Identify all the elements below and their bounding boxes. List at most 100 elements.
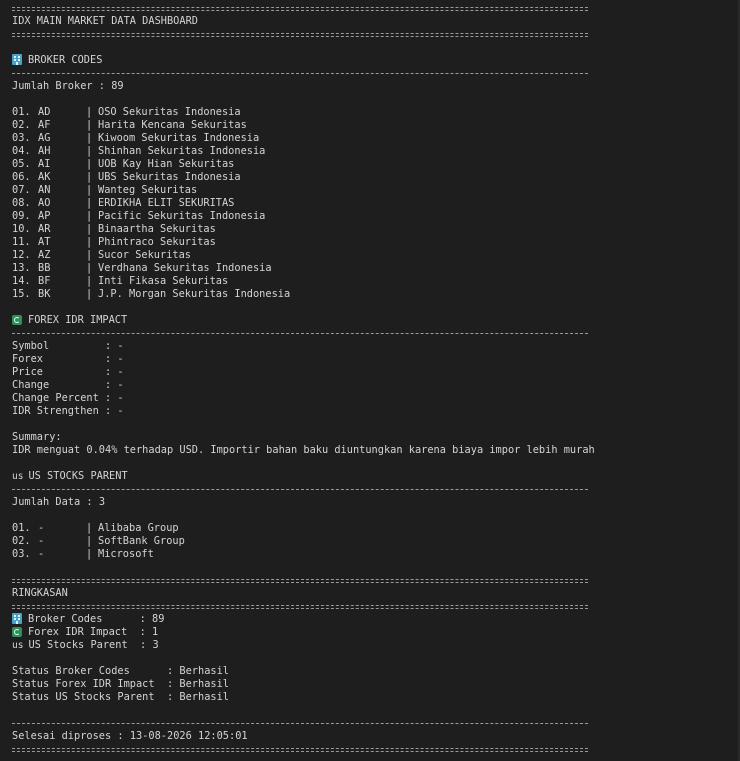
forex-field-label: Change (12, 379, 99, 391)
summary-forex: Forex IDR Impact : 1 (12, 626, 738, 639)
forex-field-value: - (117, 366, 124, 378)
broker-row: 15. BK | J.P. Morgan Sekuritas Indonesia (12, 288, 738, 301)
row-name: Harita Kencana Sekuritas (98, 119, 247, 131)
double-divider (12, 743, 588, 756)
us-stock-row: 02. - | SoftBank Group (12, 535, 738, 548)
us-stock-row: 03. - | Microsoft (12, 548, 738, 561)
row-name: J.P. Morgan Sekuritas Indonesia (98, 288, 291, 300)
broker-section-heading: BROKER CODES (12, 54, 738, 67)
forex-field-label: IDR Strengthen (12, 405, 99, 417)
forex-field: Price : - (12, 366, 124, 378)
processed-value: 13-08-2026 12:05:01 (129, 730, 248, 742)
column-separator: | (86, 262, 93, 274)
forex-field-value: - (117, 353, 124, 365)
broker-row: 04. AH | Shinhan Sekuritas Indonesia (12, 145, 738, 158)
broker-list: 01. AD | OSO Sekuritas Indonesia 02. AF | Harit… (12, 106, 738, 301)
column-separator: | (86, 249, 93, 261)
broker-row: 05. AI | UOB Kay Hian Sekuritas (12, 158, 738, 171)
forex-fields: Symbol : - Forex : - Price : - Change : - Ch… (12, 340, 738, 418)
row-name: ERDIKHA ELIT SEKURITAS (98, 197, 235, 209)
column-separator: | (86, 522, 93, 534)
column-separator: | (86, 197, 93, 209)
forex-field-label: Change Percent (12, 392, 99, 404)
column-separator: | (86, 158, 93, 170)
broker-row: 10. AR | Binaartha Sekuritas (12, 223, 738, 236)
forex-field: Change : - (12, 379, 124, 391)
column-separator: | (86, 184, 93, 196)
double-divider (12, 574, 588, 587)
us-stock-row: 01. - | Alibaba Group (12, 522, 738, 535)
row-code: AN (38, 184, 51, 196)
column-separator: | (86, 210, 93, 222)
forex-field: Symbol : - (12, 340, 124, 352)
status-row-value: Berhasil (179, 678, 230, 690)
status-row-label: Status Forex IDR Impact (12, 678, 161, 690)
forex-field: Change Percent : - (12, 392, 124, 404)
office-building-icon (12, 54, 22, 65)
row-number: 11. (12, 236, 31, 248)
broker-count: Jumlah Broker : 89 (12, 80, 124, 92)
row-code: BK (38, 288, 51, 300)
us-stock-list: 01. - | Alibaba Group 02. - | SoftBank Group 03.… (12, 522, 738, 561)
single-divider (12, 327, 588, 340)
status-list: Status Broker Codes : Berhasil Status For… (12, 665, 738, 704)
status-row: Status Forex IDR Impact : Berhasil (12, 678, 230, 690)
broker-row: 06. AK | UBS Sekuritas Indonesia (12, 171, 738, 184)
row-name: UOB Kay Hian Sekuritas (98, 158, 235, 170)
column-separator: | (86, 132, 93, 144)
processed-timestamp: Selesai diproses : 13-08-2026 12:05:01 (12, 730, 248, 742)
column-separator: | (86, 535, 93, 547)
column-separator: | (86, 548, 93, 560)
row-name: Binaartha Sekuritas (98, 223, 216, 235)
summary-us-label: US Stocks Parent (28, 639, 141, 651)
office-building-icon (12, 613, 22, 624)
row-name: Microsoft (98, 548, 154, 560)
dashboard-title: IDX MAIN MARKET DATA DASHBOARD (12, 15, 198, 27)
row-name: Pacific Sekuritas Indonesia (98, 210, 266, 222)
status-row: Status Broker Codes : Berhasil (12, 665, 230, 677)
row-number: 04. (12, 145, 31, 157)
column-separator: | (86, 145, 93, 157)
row-number: 15. (12, 288, 31, 300)
row-name: Kiwoom Sekuritas Indonesia (98, 132, 260, 144)
single-divider (12, 67, 588, 80)
forex-field-value: - (117, 405, 124, 417)
row-name: Wanteg Sekuritas (98, 184, 198, 196)
status-row-value: Berhasil (179, 691, 230, 703)
single-divider (12, 483, 588, 496)
forex-field-label: Symbol (12, 340, 99, 352)
column-separator: | (86, 288, 93, 300)
row-number: 01. (12, 522, 31, 534)
row-name: Verdhana Sekuritas Indonesia (98, 262, 272, 274)
us-section-title: US STOCKS PARENT (28, 470, 128, 482)
double-divider (12, 600, 588, 613)
row-name: Phintraco Sekuritas (98, 236, 216, 248)
row-name: UBS Sekuritas Indonesia (98, 171, 241, 183)
row-code: BF (38, 275, 51, 287)
column-separator: | (86, 236, 93, 248)
single-divider (12, 717, 588, 730)
broker-row: 13. BB | Verdhana Sekuritas Indonesia (12, 262, 738, 275)
summary-us: us US Stocks Parent : 3 (12, 639, 159, 651)
column-separator: | (86, 223, 93, 235)
status-row-label: Status US Stocks Parent (12, 691, 161, 703)
column-separator: | (86, 106, 93, 118)
row-number: 03. (12, 548, 31, 560)
exchange-arrows-icon (12, 315, 22, 325)
row-code: AZ (38, 249, 51, 261)
broker-row: 03. AG | Kiwoom Sekuritas Indonesia (12, 132, 738, 145)
processed-label: Selesai diproses (12, 730, 112, 742)
row-code: BB (38, 262, 51, 274)
row-number: 02. (12, 119, 31, 131)
us-flag-icon: us (12, 471, 24, 482)
broker-row: 11. AT | Phintraco Sekuritas (12, 236, 738, 249)
row-code: AF (38, 119, 51, 131)
broker-row: 08. AO | ERDIKHA ELIT SEKURITAS (12, 197, 738, 210)
row-number: 03. (12, 132, 31, 144)
row-code: AH (38, 145, 51, 157)
forex-field-value: - (117, 392, 124, 404)
row-name: Inti Fikasa Sekuritas (98, 275, 229, 287)
row-number: 05. (12, 158, 31, 170)
broker-row: 02. AF | Harita Kencana Sekuritas (12, 119, 738, 132)
status-row-value: Berhasil (179, 665, 230, 677)
